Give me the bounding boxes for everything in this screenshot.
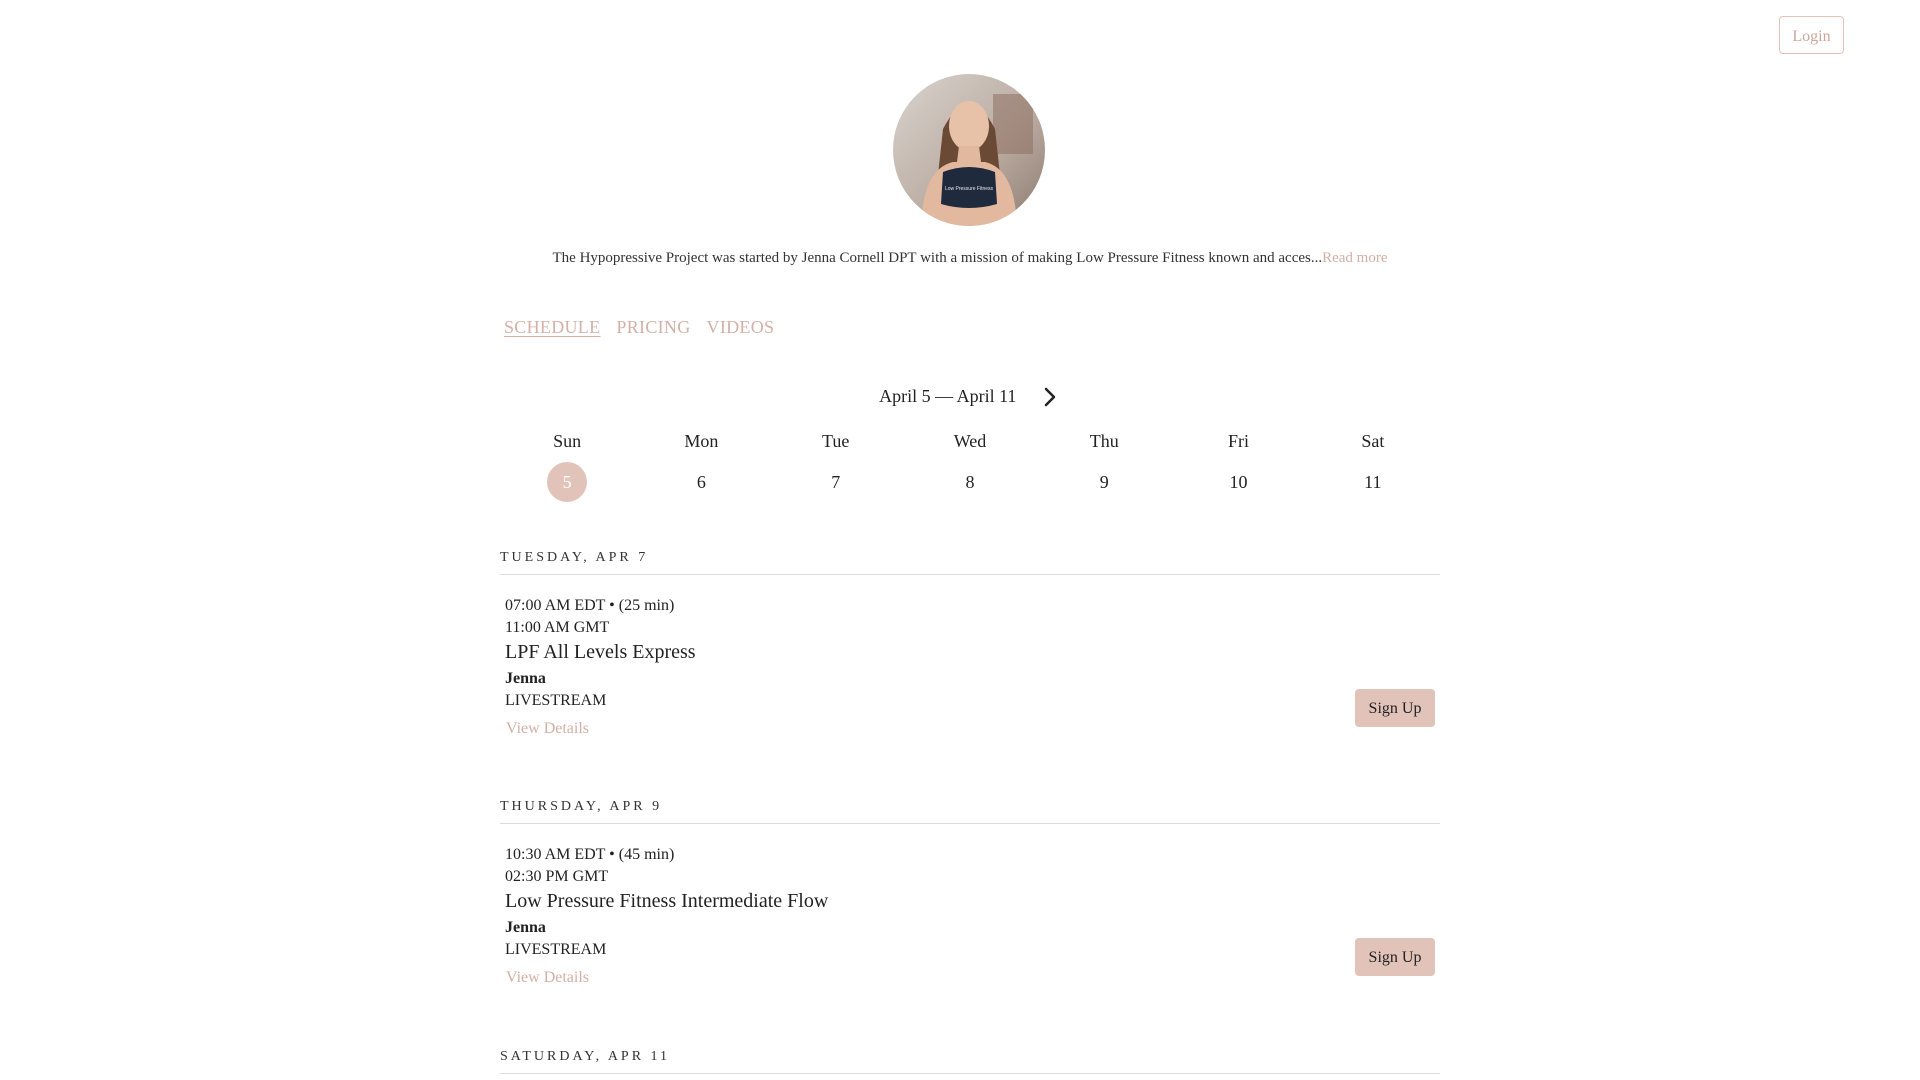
bio-text: The Hypopressive Project was started by … [552, 250, 1323, 266]
class-title: LPF All Levels Express [505, 641, 696, 663]
tab-pricing[interactable]: PRICING [616, 317, 690, 338]
class-instructor: Jenna [505, 670, 546, 687]
day-name: Tue [822, 431, 850, 451]
day-name: Mon [684, 431, 719, 451]
class-item: 07:00 AM EDT • (25 min) 11:00 AM GMT LPF… [500, 597, 1440, 738]
class-location: LIVESTREAM [505, 941, 607, 958]
schedule-day-section: SATURDAY, APR 11 [500, 1049, 1440, 1074]
avatar: Low Pressure Fitness [893, 74, 1045, 226]
day-fri[interactable]: Fri 10 [1171, 428, 1305, 502]
day-number: 7 [831, 472, 841, 492]
schedule-day-section: THURSDAY, APR 9 10:30 AM EDT • (45 min) … [500, 799, 1440, 987]
tab-videos[interactable]: VIDEOS [707, 317, 775, 338]
class-title: Low Pressure Fitness Intermediate Flow [505, 890, 829, 912]
schedule-day-section: TUESDAY, APR 7 07:00 AM EDT • (25 min) 1… [500, 550, 1440, 738]
week-range: April 5 — April 11 [879, 386, 1017, 407]
day-name: Fri [1228, 431, 1250, 451]
day-thu[interactable]: Thu 9 [1037, 428, 1171, 502]
day-number: 11 [1364, 472, 1382, 492]
chevron-right-icon[interactable] [1039, 386, 1061, 408]
class-location: LIVESTREAM [505, 692, 607, 709]
day-name: Sat [1361, 431, 1385, 451]
login-button[interactable]: Login [1779, 16, 1844, 54]
date-heading: TUESDAY, APR 7 [500, 550, 1440, 575]
week-navigator: April 5 — April 11 [0, 385, 1920, 408]
day-wed[interactable]: Wed 8 [903, 428, 1037, 502]
sign-up-button[interactable]: Sign Up [1355, 938, 1435, 976]
read-more-link[interactable]: Read more [1322, 250, 1387, 266]
tab-bar: SCHEDULE PRICING VIDEOS [504, 317, 774, 338]
class-time-local: 10:30 AM EDT • (45 min) [505, 846, 675, 863]
date-heading: THURSDAY, APR 9 [500, 799, 1440, 824]
day-number: 6 [696, 472, 706, 492]
view-details-link[interactable]: View Details [506, 720, 589, 738]
day-name: Sun [553, 431, 582, 451]
day-number: 5 [547, 462, 588, 502]
day-number: 9 [1099, 472, 1109, 492]
profile-bio: The Hypopressive Project was started by … [0, 250, 1920, 267]
day-sun[interactable]: Sun 5 [500, 428, 634, 502]
day-number: 8 [965, 472, 975, 492]
day-name: Thu [1089, 431, 1119, 451]
class-time-local: 07:00 AM EDT • (25 min) [505, 597, 675, 614]
week-days: Sun 5 Mon 6 Tue 7 Wed 8 Thu 9 Fri 10 Sat… [500, 428, 1440, 502]
class-instructor: Jenna [505, 919, 546, 936]
day-number: 10 [1229, 472, 1248, 492]
day-mon[interactable]: Mon 6 [634, 428, 768, 502]
class-time-gmt: 02:30 PM GMT [505, 868, 609, 885]
class-item: 10:30 AM EDT • (45 min) 02:30 PM GMT Low… [500, 846, 1440, 987]
day-name: Wed [953, 431, 987, 451]
day-tue[interactable]: Tue 7 [769, 428, 903, 502]
class-time-gmt: 11:00 AM GMT [505, 619, 610, 636]
shirt-text: Low Pressure Fitness [945, 186, 994, 192]
date-heading: SATURDAY, APR 11 [500, 1049, 1440, 1074]
view-details-link[interactable]: View Details [506, 969, 589, 987]
day-sat[interactable]: Sat 11 [1306, 428, 1440, 502]
sign-up-button[interactable]: Sign Up [1355, 689, 1435, 727]
tab-schedule[interactable]: SCHEDULE [504, 317, 600, 338]
